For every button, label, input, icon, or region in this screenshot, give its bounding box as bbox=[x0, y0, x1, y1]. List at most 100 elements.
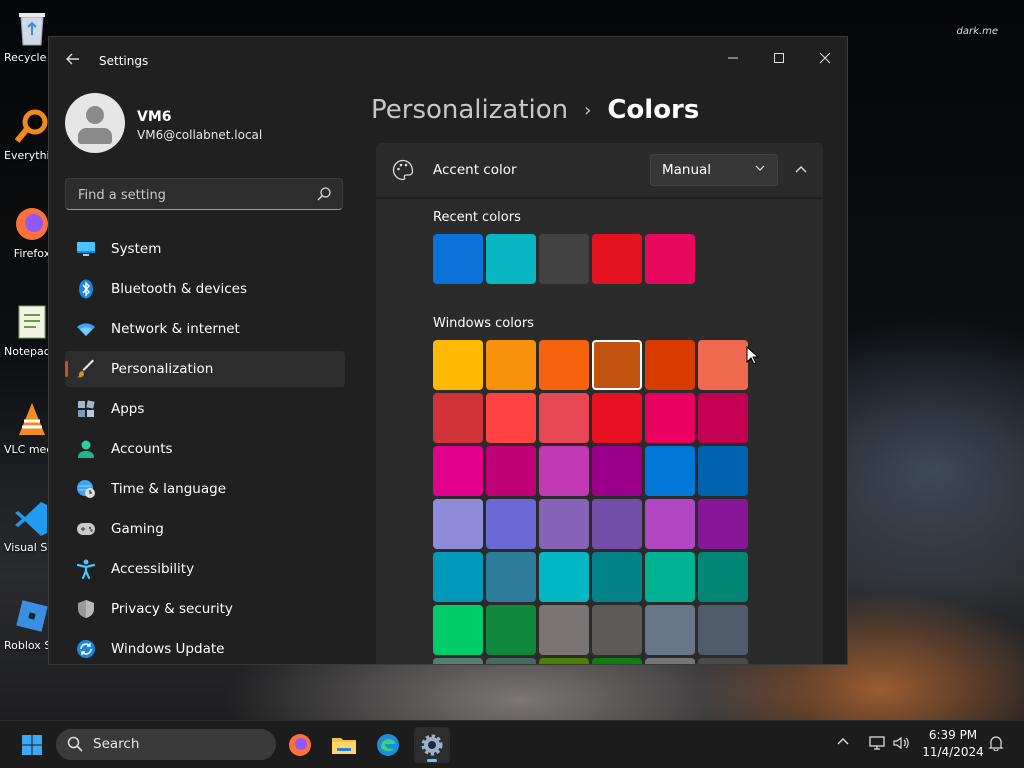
windows-color-swatch[interactable] bbox=[539, 658, 589, 664]
windows-color-swatch[interactable] bbox=[433, 393, 483, 443]
windows-color-swatch[interactable] bbox=[539, 446, 589, 496]
sidebar-item-personalization[interactable]: Personalization bbox=[65, 351, 345, 387]
windows-color-swatch[interactable] bbox=[539, 393, 589, 443]
windows-color-swatch[interactable] bbox=[486, 552, 536, 602]
accessibility-icon bbox=[75, 558, 97, 580]
windows-color-swatch[interactable] bbox=[698, 658, 748, 664]
sidebar-item-label: Gaming bbox=[111, 521, 164, 537]
volume-control[interactable] bbox=[892, 735, 910, 755]
chevron-up-icon bbox=[837, 738, 849, 745]
wallpaper-watermark: dark.me bbox=[956, 26, 998, 37]
windows-color-swatch[interactable] bbox=[486, 605, 536, 655]
windows-color-swatch[interactable] bbox=[592, 499, 642, 549]
recent-colors-label: Recent colors bbox=[433, 210, 521, 225]
sidebar-item-privacy-security[interactable]: Privacy & security bbox=[65, 591, 345, 627]
taskbar-settings[interactable] bbox=[414, 727, 450, 763]
windows-color-swatch[interactable] bbox=[645, 552, 695, 602]
windows-color-swatch[interactable] bbox=[592, 552, 642, 602]
active-app-indicator bbox=[427, 759, 437, 762]
sidebar-item-system[interactable]: System bbox=[65, 231, 345, 267]
windows-color-swatch[interactable] bbox=[698, 499, 748, 549]
windows-color-swatch[interactable] bbox=[433, 446, 483, 496]
sidebar-item-apps[interactable]: Apps bbox=[65, 391, 345, 427]
close-button[interactable] bbox=[803, 43, 847, 73]
sidebar-item-time-language[interactable]: Time & language bbox=[65, 471, 345, 507]
recent-color-swatch[interactable] bbox=[539, 234, 589, 284]
sidebar-item-accessibility[interactable]: Accessibility bbox=[65, 551, 345, 587]
collapse-button[interactable] bbox=[786, 154, 816, 186]
avatar[interactable] bbox=[65, 93, 125, 153]
sidebar-item-windows-update[interactable]: Windows Update bbox=[65, 631, 345, 664]
person-icon bbox=[75, 438, 97, 460]
windows-color-swatch[interactable] bbox=[486, 393, 536, 443]
windows-color-swatch[interactable] bbox=[433, 340, 483, 390]
back-button[interactable] bbox=[63, 51, 83, 71]
notifications-button[interactable] bbox=[988, 735, 1004, 755]
windows-color-swatch[interactable] bbox=[486, 446, 536, 496]
mouse-cursor-icon bbox=[746, 346, 760, 365]
windows-color-swatch[interactable] bbox=[433, 605, 483, 655]
apps-icon bbox=[75, 398, 97, 420]
minimize-button[interactable] bbox=[711, 43, 755, 73]
windows-color-swatch[interactable] bbox=[645, 658, 695, 664]
start-icon bbox=[22, 735, 42, 755]
windows-color-swatch[interactable] bbox=[645, 446, 695, 496]
breadcrumb-parent[interactable]: Personalization bbox=[371, 95, 568, 125]
windows-color-swatch[interactable] bbox=[698, 340, 748, 390]
windows-color-swatch[interactable] bbox=[486, 499, 536, 549]
accent-color-header[interactable]: Accent color Manual bbox=[376, 143, 823, 197]
network-status[interactable] bbox=[868, 735, 886, 755]
find-setting-search[interactable] bbox=[65, 178, 343, 210]
title-bar[interactable]: Settings bbox=[49, 37, 847, 85]
everything-search-icon bbox=[12, 106, 52, 146]
taskbar-firefox[interactable] bbox=[282, 727, 318, 763]
windows-color-swatch[interactable] bbox=[645, 340, 695, 390]
windows-color-swatch[interactable] bbox=[698, 605, 748, 655]
taskbar: Search 6:39 PM 11/4/2024 bbox=[0, 720, 1024, 768]
windows-color-swatch[interactable] bbox=[592, 658, 642, 664]
windows-color-swatch[interactable] bbox=[539, 340, 589, 390]
sidebar-item-gaming[interactable]: Gaming bbox=[65, 511, 345, 547]
windows-color-swatch[interactable] bbox=[645, 393, 695, 443]
clock[interactable]: 6:39 PM 11/4/2024 bbox=[918, 727, 988, 761]
windows-color-swatch[interactable] bbox=[698, 393, 748, 443]
sidebar-item-label: Windows Update bbox=[111, 641, 225, 657]
windows-color-swatch[interactable] bbox=[539, 605, 589, 655]
sidebar-item-label: Apps bbox=[111, 401, 145, 417]
windows-color-swatch[interactable] bbox=[433, 499, 483, 549]
taskbar-search[interactable]: Search bbox=[56, 729, 276, 760]
app-title: Settings bbox=[99, 54, 149, 68]
windows-color-swatch[interactable] bbox=[592, 605, 642, 655]
windows-color-swatch[interactable] bbox=[592, 340, 642, 390]
windows-color-swatch[interactable] bbox=[539, 499, 589, 549]
windows-color-swatch[interactable] bbox=[592, 446, 642, 496]
show-hidden-icons-button[interactable] bbox=[836, 735, 850, 753]
start-button[interactable] bbox=[14, 727, 50, 763]
windows-color-swatch[interactable] bbox=[486, 340, 536, 390]
windows-color-swatch[interactable] bbox=[539, 552, 589, 602]
windows-color-swatch[interactable] bbox=[645, 605, 695, 655]
windows-color-swatch[interactable] bbox=[433, 552, 483, 602]
recent-color-swatch[interactable] bbox=[645, 234, 695, 284]
recent-color-swatch[interactable] bbox=[486, 234, 536, 284]
brush-icon bbox=[75, 358, 97, 380]
windows-color-swatch[interactable] bbox=[433, 658, 483, 664]
windows-color-swatch[interactable] bbox=[592, 393, 642, 443]
sidebar-item-network-internet[interactable]: Network & internet bbox=[65, 311, 345, 347]
accent-mode-dropdown[interactable]: Manual bbox=[650, 154, 778, 186]
sidebar-item-accounts[interactable]: Accounts bbox=[65, 431, 345, 467]
windows-color-swatch[interactable] bbox=[698, 552, 748, 602]
windows-color-swatch[interactable] bbox=[645, 499, 695, 549]
user-name: VM6 bbox=[137, 109, 172, 125]
sidebar-item-label: Accessibility bbox=[111, 561, 195, 577]
windows-color-swatch[interactable] bbox=[486, 658, 536, 664]
maximize-icon bbox=[774, 53, 784, 63]
recent-color-swatch[interactable] bbox=[433, 234, 483, 284]
windows-color-swatch[interactable] bbox=[698, 446, 748, 496]
maximize-button[interactable] bbox=[757, 43, 801, 73]
search-input[interactable] bbox=[76, 185, 310, 205]
sidebar-item-bluetooth-devices[interactable]: Bluetooth & devices bbox=[65, 271, 345, 307]
recent-color-swatch[interactable] bbox=[592, 234, 642, 284]
taskbar-file-explorer[interactable] bbox=[326, 727, 362, 763]
taskbar-edge[interactable] bbox=[370, 727, 406, 763]
